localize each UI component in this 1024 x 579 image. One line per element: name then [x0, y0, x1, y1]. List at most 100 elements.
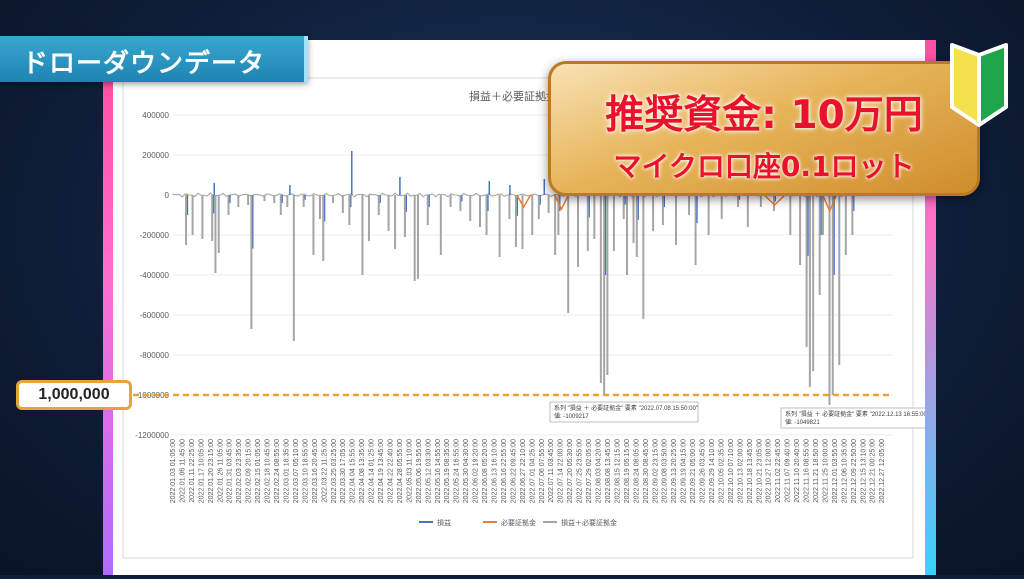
x-tick-label: 2022.11.02 22:45:00	[775, 439, 782, 503]
x-tick-label: 2022.10.05 02:35:00	[718, 439, 725, 503]
promo-subline: マイクロ口座0.1ロット	[613, 150, 915, 183]
x-tick-label: 2022.12.21 00:25:00	[870, 439, 877, 503]
margin-segment	[553, 194, 570, 211]
x-tick-label: 2022.03.10 18:55:00	[302, 439, 309, 503]
x-tick-label: 2022.04.28 05:55:00	[397, 439, 404, 503]
x-tick-label: 2022.07.06 07:55:00	[539, 439, 546, 503]
x-tick-label: 2022.06.22 09:45:00	[510, 439, 517, 503]
x-tick-label: 2022.01.26 11:05:00	[217, 439, 224, 503]
tooltip-line1: 系列 "損益 ＋ 必要証拠金" 要素 "2022.12.13 16:55:00"	[785, 410, 925, 418]
x-tick-label: 2022.09.02 23:15:00	[652, 439, 659, 503]
x-tick-label: 2022.10.21 23:05:00	[756, 439, 763, 503]
x-tick-label: 2022.06.13 16:10:00	[492, 439, 499, 503]
x-tick-label: 2022.10.18 13:45:00	[747, 439, 754, 503]
x-tick-label: 2022.04.08 13:35:00	[359, 439, 366, 503]
x-tick-label: 2022.02.15 01:05:00	[255, 439, 262, 503]
x-tick-label: 2022.08.19 05:15:00	[624, 439, 631, 503]
x-tick-label: 2022.01.20 23:15:00	[208, 439, 215, 503]
promo-headline: 推奨資金: 10万円	[605, 93, 923, 138]
tooltip-line2: 値: -1049821	[785, 418, 820, 426]
x-tick-label: 2022.09.26 03:45:00	[700, 439, 707, 503]
x-tick-label: 2022.08.03 04:20:00	[596, 439, 603, 503]
x-tick-label: 2022.10.27 12:00:00	[766, 439, 773, 503]
x-tick-label: 2022.05.03 11:10:00	[406, 439, 413, 503]
margin-segment	[516, 194, 532, 209]
x-tick-label: 2022.08.30 08:45:00	[643, 439, 650, 503]
x-tick-label: 2022.04.04 15:55:00	[350, 439, 357, 503]
x-tick-label: 2022.07.29 02:05:00	[586, 439, 593, 503]
x-tick-label: 2022.07.01 04:25:00	[529, 439, 536, 503]
x-tick-label: 2022.06.27 22:10:00	[520, 439, 527, 503]
x-tick-label: 2022.07.11 03:45:00	[548, 439, 555, 503]
promo-box: 推奨資金: 10万円 マイクロ口座0.1ロット	[548, 61, 980, 196]
x-tick-label: 2022.01.31 03:45:00	[227, 439, 234, 503]
x-tick-label: 2022.02.09 20:15:00	[246, 439, 253, 503]
legend-label: 損益＋必要証拠金	[561, 518, 617, 527]
x-tick-label: 2022.11.16 08:55:00	[804, 439, 811, 503]
x-tick-label: 2022.05.19 08:35:00	[444, 439, 451, 503]
threshold-callout-label: 1,000,000	[38, 386, 110, 403]
x-tick-label: 2022.04.22 22:40:00	[387, 439, 394, 503]
threshold-callout: 1,000,000	[16, 380, 132, 410]
x-tick-label: 2022.04.14 01:25:00	[369, 439, 376, 503]
x-tick-label: 2022.09.13 20:25:00	[671, 439, 678, 503]
x-tick-label: 2022.09.19 04:15:00	[681, 439, 688, 503]
x-tick-label: 2022.10.13 02:00:00	[737, 439, 744, 503]
x-tick-label: 2022.10.10 07:10:00	[728, 439, 735, 503]
x-tick-label: 2022.03.30 17:05:00	[340, 439, 347, 503]
y-tick-label: -200000	[140, 231, 170, 240]
x-tick-label: 2022.08.08 13:45:00	[605, 439, 612, 503]
x-tick-label: 2022.12.09 22:50:00	[851, 439, 858, 503]
x-tick-label: 2022.12.27 12:05:00	[879, 439, 886, 503]
x-tick-label: 2022.05.24 16:55:00	[454, 439, 461, 503]
x-tick-label: 2022.04.19 13:45:00	[378, 439, 385, 503]
tooltip-line1: 系列 "損益 ＋ 必要証拠金" 要素 "2022.07.08 15:50:00"	[554, 404, 698, 412]
x-tick-label: 2022.12.06 10:35:00	[841, 439, 848, 503]
x-tick-label: 2022.06.02 19:20:00	[473, 439, 480, 503]
legend-label: 必要証拠金	[501, 518, 536, 527]
x-tick-label: 2022.01.17 10:05:00	[198, 439, 205, 503]
x-tick-label: 2022.03.16 20:45:00	[312, 439, 319, 503]
x-tick-label: 2022.05.12 03:30:00	[425, 439, 432, 503]
x-tick-label: 2022.06.16 22:55:00	[501, 439, 508, 503]
x-tick-label: 2022.08.24 08:05:00	[633, 439, 640, 503]
x-tick-label: 2022.07.14 22:00:00	[558, 439, 565, 503]
x-tick-label: 2022.03.22 11:25:00	[321, 439, 328, 503]
y-tick-label: -400000	[140, 271, 170, 280]
tooltip-line2: 値: -1009217	[554, 412, 589, 420]
x-tick-label: 2022.09.08 03:50:00	[662, 439, 669, 503]
x-tick-label: 2022.09.21 05:00:00	[690, 439, 697, 503]
y-tick-label: -800000	[140, 351, 170, 360]
x-tick-label: 2022.01.11 22:25:00	[189, 439, 196, 503]
x-tick-label: 2022.03.25 03:25:00	[331, 439, 338, 503]
frame-left-accent	[103, 78, 113, 575]
x-tick-label: 2022.12.15 13:10:00	[860, 439, 867, 503]
x-tick-label: 2022.12.01 03:55:00	[832, 439, 839, 503]
x-tick-label: 2022.05.06 19:55:00	[416, 439, 423, 503]
x-tick-label: 2022.11.10 20:40:00	[794, 439, 801, 503]
y-tick-label: -1200000	[135, 431, 169, 440]
page-title: ドローダウンデータ	[22, 49, 266, 79]
x-tick-label: 2022.02.24 08:55:00	[274, 439, 281, 503]
x-tick-label: 2022.05.16 14:55:00	[435, 439, 442, 503]
chart-title: 損益＋必要証拠金	[469, 89, 557, 103]
x-tick-label: 2022.06.08 05:20:00	[482, 439, 489, 503]
x-tick-label: 2022.11.07 09:40:00	[785, 439, 792, 503]
header-badge: ドローダウンデータ	[0, 36, 308, 82]
x-tick-label: 2022.05.30 04:30:00	[463, 439, 470, 503]
y-tick-label: -600000	[140, 311, 170, 320]
x-tick-label: 2022.07.20 05:30:00	[567, 439, 574, 503]
x-tick-label: 2022.02.03 23:35:00	[236, 439, 243, 503]
x-tick-label: 2022.03.01 18:35:00	[283, 439, 290, 503]
x-tick-label: 2022.11.21 18:50:00	[813, 439, 820, 503]
x-tick-label: 2022.09.29 14:10:00	[709, 439, 716, 503]
x-tick-label: 2022.07.25 23:55:00	[577, 439, 584, 503]
x-tick-label: 2022.03.07 05:10:00	[293, 439, 300, 503]
legend-label: 損益	[437, 518, 451, 527]
x-tick-label: 2022.11.25 10:00:00	[822, 439, 829, 503]
x-tick-label: 2022.01.03 01:05:00	[170, 439, 177, 503]
y-tick-label: 400000	[142, 111, 169, 120]
y-tick-label: 0	[165, 191, 170, 200]
x-tick-label: 2022.02.18 10:45:00	[265, 439, 272, 503]
x-tick-label: 2022.01.06 11:45:00	[179, 439, 186, 503]
